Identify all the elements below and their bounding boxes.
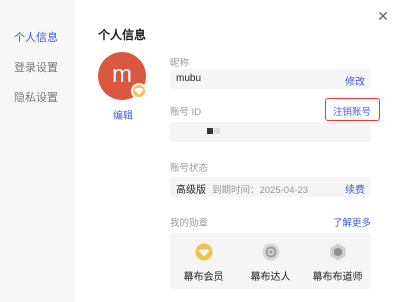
account-id-field bbox=[170, 122, 371, 142]
account-status-label: 账号状态 bbox=[170, 163, 209, 174]
badge-member[interactable]: 幕布会员 bbox=[170, 233, 237, 289]
badge-name: 幕布布道师 bbox=[312, 272, 363, 283]
nickname-field: mubu 修改 bbox=[170, 69, 371, 89]
edit-avatar-link[interactable]: 编辑 bbox=[113, 107, 133, 122]
badges-panel: 幕布会员 幕布达人 幕布布道师 bbox=[170, 233, 371, 289]
masked-id bbox=[207, 128, 213, 134]
nickname-value: mubu bbox=[176, 73, 202, 84]
profile-dialog: 个人信息 登录设置 隐私设置 ✕ 个人信息 m 编辑 昵称 mubu 修改 账号… bbox=[0, 0, 400, 302]
badge-expert[interactable]: 幕布达人 bbox=[237, 233, 304, 289]
account-status-field: 高级版 到期时间：2025-04-23 续费 bbox=[170, 177, 371, 197]
learn-more-link[interactable]: 了解更多 bbox=[333, 215, 371, 229]
cancel-account-highlight: 注销账号 bbox=[325, 98, 380, 121]
renew-button[interactable]: 续费 bbox=[345, 181, 365, 196]
sidebar-item-privacy-settings[interactable]: 隐私设置 bbox=[14, 89, 58, 105]
hexagon-badge-icon bbox=[330, 243, 345, 261]
close-icon[interactable]: ✕ bbox=[376, 9, 390, 23]
plan-name: 高级版 bbox=[176, 185, 206, 196]
diamond-badge-icon bbox=[195, 243, 212, 261]
expire-date: 到期时间：2025-04-23 bbox=[212, 185, 309, 196]
sidebar: 个人信息 登录设置 隐私设置 bbox=[0, 0, 75, 302]
diamond-icon bbox=[131, 83, 147, 99]
gear-badge-icon bbox=[262, 243, 279, 261]
badges-label: 我的勋章 bbox=[170, 218, 209, 229]
masked-id-fade bbox=[214, 128, 220, 134]
account-id-label: 账号 ID bbox=[170, 107, 202, 118]
badge-name: 幕布会员 bbox=[183, 272, 224, 283]
sidebar-item-profile[interactable]: 个人信息 bbox=[14, 29, 58, 45]
plan-value: 高级版 到期时间：2025-04-23 bbox=[176, 181, 308, 196]
sidebar-item-login-settings[interactable]: 登录设置 bbox=[14, 59, 58, 75]
nickname-label: 昵称 bbox=[170, 58, 190, 69]
edit-nickname-button[interactable]: 修改 bbox=[345, 73, 365, 88]
cancel-account-button[interactable]: 注销账号 bbox=[333, 104, 371, 118]
badge-name: 幕布达人 bbox=[250, 272, 291, 283]
page-title: 个人信息 bbox=[98, 28, 147, 42]
badge-evangelist[interactable]: 幕布布道师 bbox=[304, 233, 371, 289]
